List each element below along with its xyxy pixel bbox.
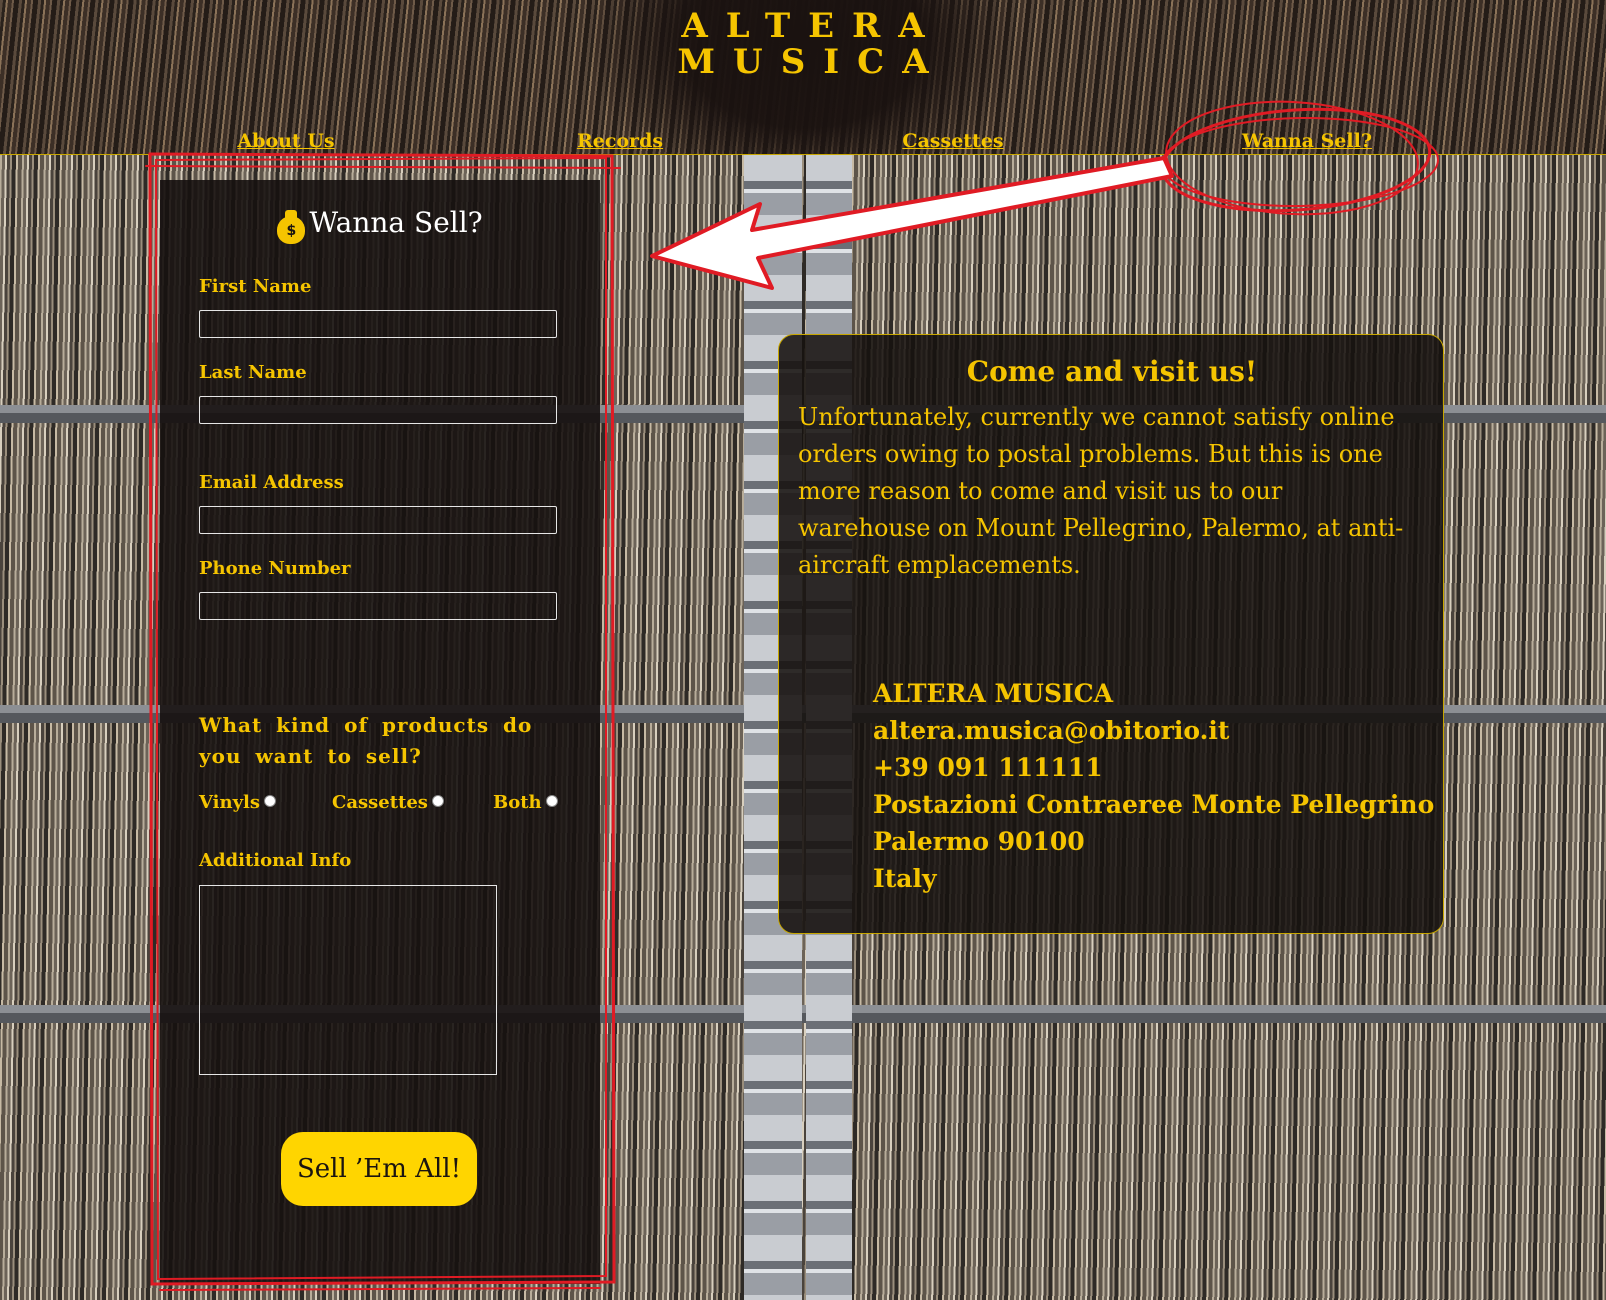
radio-vinyls[interactable]: Vinyls [199,792,277,813]
radio-vinyls-label: Vinyls [199,792,261,813]
money-bag-icon: $ [277,210,306,244]
address-country: Italy [873,864,937,893]
additional-info-textarea[interactable] [199,885,497,1075]
address-phone[interactable]: +39 091 111111 [873,749,1434,786]
address-name: ALTERA MUSICA [873,679,1113,708]
radio-both-label: Both [493,792,542,813]
radio-cassettes-label: Cassettes [332,792,428,813]
address-street: Postazioni Contraeree Monte Pellegrino [873,790,1435,819]
nav-cassettes[interactable]: Cassettes [902,130,1003,152]
additional-info-label: Additional Info [199,850,352,871]
address-city: Palermo 90100 [873,827,1085,856]
form-title: $ Wanna Sell? [160,206,600,244]
address-email[interactable]: altera.musica@obitorio.it [873,712,1434,749]
email-label: Email Address [199,472,344,493]
logo-line-2: MUSICA [677,42,947,82]
first-name-label: First Name [199,276,312,297]
radio-both-button[interactable] [545,795,558,807]
form-title-text: Wanna Sell? [309,206,483,239]
nav-about-us[interactable]: About Us [237,130,334,152]
nav-wanna-sell[interactable]: Wanna Sell? [1242,130,1372,152]
visit-us-title: Come and visit us! [966,355,1258,388]
sell-form: $ Wanna Sell? First Name Last Name Email … [160,180,600,1284]
main-nav: About Us Records Cassettes Wanna Sell? [0,130,1606,155]
logo-line-1: ALTERA [681,6,943,46]
first-name-field[interactable] [199,310,557,338]
product-type-question: What kind of products do you want to sel… [199,713,533,768]
email-field[interactable] [199,506,557,534]
phone-field[interactable] [199,592,557,620]
radio-vinyls-button[interactable] [264,795,277,807]
radio-cassettes-button[interactable] [431,795,444,807]
site-logo[interactable]: ALTERA MUSICA [0,8,1606,80]
phone-label: Phone Number [199,558,351,579]
last-name-label: Last Name [199,362,307,383]
last-name-field[interactable] [199,396,557,424]
radio-both[interactable]: Both [493,792,558,813]
sell-submit-button[interactable]: Sell ’Em All! [281,1132,477,1206]
visit-us-panel: Come and visit us! Unfortunately, curren… [778,334,1444,934]
radio-cassettes[interactable]: Cassettes [332,792,444,813]
visit-us-text: Unfortunately, currently we cannot satis… [798,403,1404,579]
nav-records[interactable]: Records [577,130,663,152]
contact-address: ALTERA MUSICA altera.musica@obitorio.it … [873,675,1434,897]
